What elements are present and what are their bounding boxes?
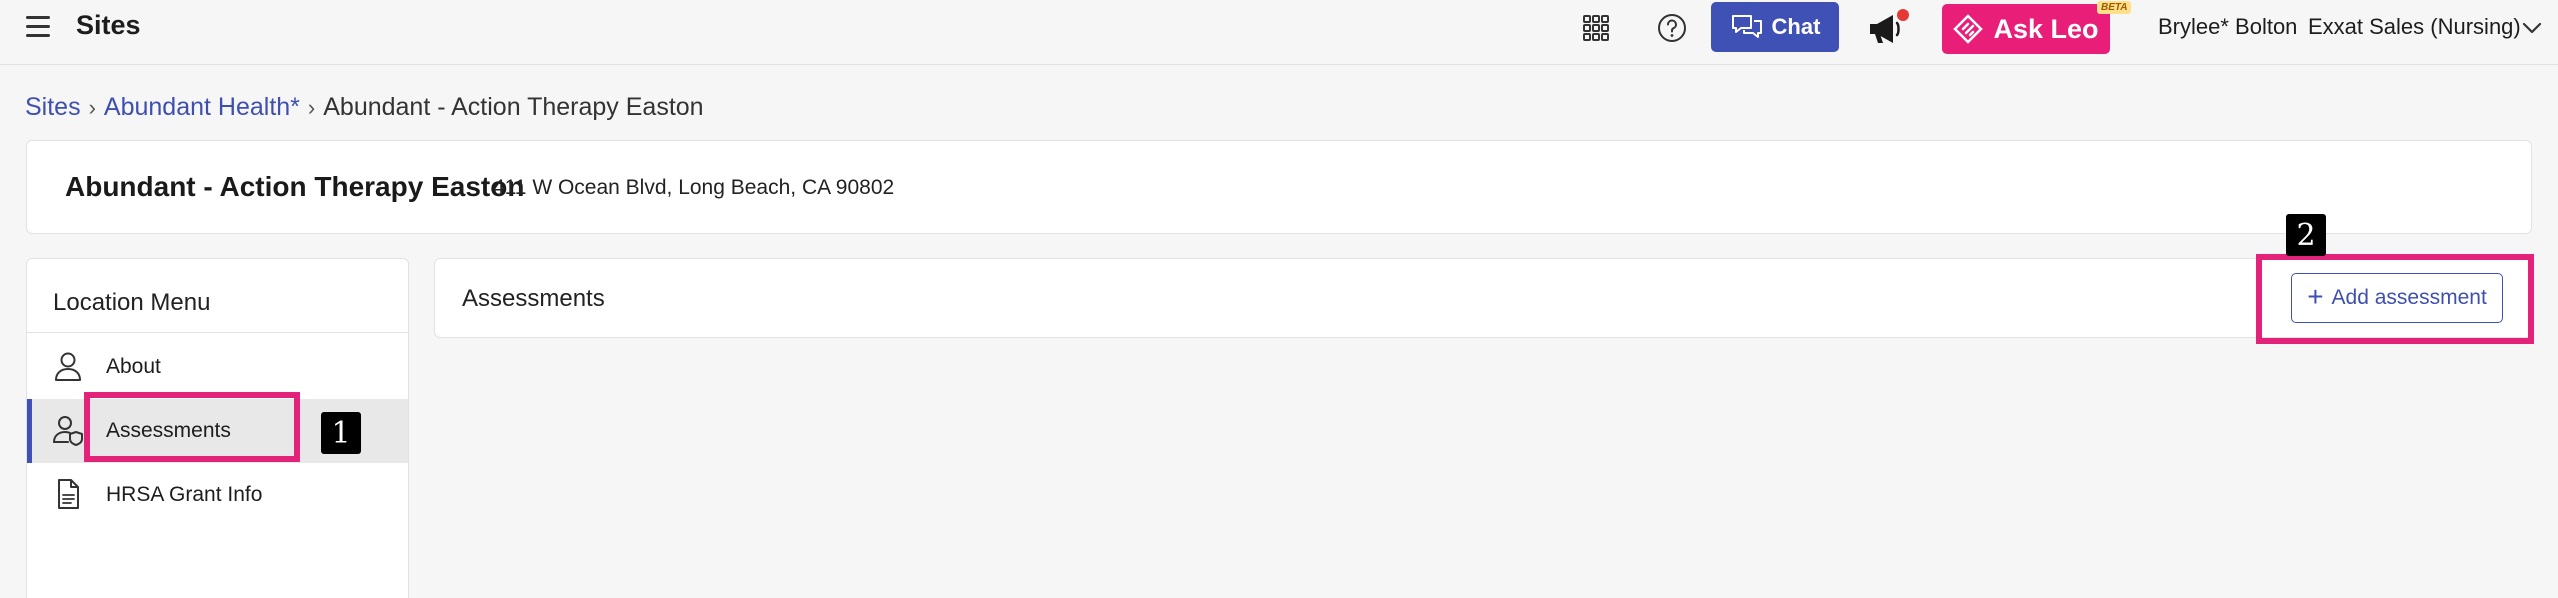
step-badge-2: 2 — [2286, 214, 2326, 256]
top-bar: Sites Chat Ask Leo BETA Brylee* Bolton E… — [0, 0, 2558, 65]
menu-item-label: About — [106, 355, 161, 378]
breadcrumb: Sites › Abundant Health* › Abundant - Ac… — [25, 93, 704, 122]
menu-item-label: HRSA Grant Info — [106, 483, 263, 506]
chevron-right-icon: › — [88, 94, 96, 120]
org-selector[interactable]: Exxat Sales (Nursing) — [2308, 14, 2521, 40]
leo-logo-icon — [1953, 14, 1984, 44]
person-icon — [55, 352, 81, 381]
breadcrumb-sites[interactable]: Sites — [25, 93, 81, 122]
app-title: Sites — [76, 10, 141, 40]
location-menu-heading: Location Menu — [53, 289, 211, 316]
step-badge-1: 1 — [321, 412, 361, 454]
ask-leo-button[interactable]: Ask Leo — [1942, 4, 2110, 54]
chat-button[interactable]: Chat — [1711, 2, 1839, 52]
hamburger-menu-icon[interactable] — [22, 12, 54, 40]
menu-item-label: Assessments — [106, 419, 231, 442]
beta-badge: BETA — [2097, 1, 2132, 14]
site-name: Abundant - Action Therapy Easton — [65, 171, 525, 202]
notification-dot — [1897, 9, 1909, 21]
add-assessment-label: Add assessment — [2331, 286, 2487, 309]
assessments-panel: Assessments + Add assessment — [434, 258, 2532, 338]
chat-bubbles-icon — [1731, 15, 1762, 38]
user-name[interactable]: Brylee* Bolton — [2158, 14, 2297, 40]
add-assessment-button[interactable]: + Add assessment — [2291, 273, 2503, 323]
breadcrumb-current: Abundant - Action Therapy Easton — [323, 93, 704, 121]
menu-item-about[interactable]: About — [27, 335, 408, 399]
site-address: 411 W Ocean Blvd, Long Beach, CA 90802 — [493, 176, 895, 199]
chat-label: Chat — [1771, 14, 1821, 39]
chevron-right-icon: › — [307, 94, 316, 120]
chevron-down-icon[interactable] — [2520, 18, 2544, 38]
plus-icon: + — [2307, 280, 2324, 312]
document-icon — [58, 479, 79, 509]
person-shield-icon — [53, 416, 83, 446]
menu-item-hrsa-grant-info[interactable]: HRSA Grant Info — [27, 463, 408, 527]
breadcrumb-abundant-health[interactable]: Abundant Health* — [104, 93, 300, 122]
assessments-title: Assessments — [462, 285, 605, 312]
ask-leo-label: Ask Leo — [1993, 13, 2099, 44]
apps-grid-icon[interactable] — [1582, 14, 1610, 42]
help-icon[interactable] — [1656, 12, 1688, 44]
divider — [27, 332, 408, 333]
site-header-card: Abundant - Action Therapy Easton 411 W O… — [26, 140, 2532, 234]
